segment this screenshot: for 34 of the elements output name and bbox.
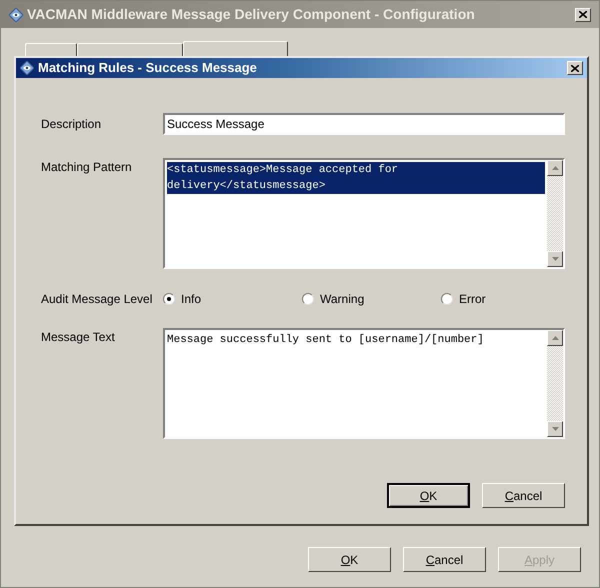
input-field[interactable]: Success Message [163,113,565,135]
field-label: Message Text [41,329,116,346]
window-title: VACMAN Middleware Message Delivery Component - Configuration [27,5,475,24]
radio-button[interactable]: Warning [302,290,441,308]
field-label: Description [41,116,102,133]
scroll-down-button[interactable] [547,251,563,267]
text-area-value: <statusmessage>Message accepted for delivery</statusmessage> [167,162,545,194]
close-button[interactable] [575,8,591,22]
scroll-up-button[interactable] [547,330,563,346]
scrollbar[interactable] [547,330,563,437]
diamond-logo-icon [9,8,23,22]
scroll-down-button[interactable] [547,421,563,437]
close-icon [579,11,587,18]
dialog-title: Matching Rules - Success Message [38,59,257,78]
dialog-button[interactable]: Cancel [403,547,486,572]
close-icon [571,64,579,72]
scrollbar[interactable] [547,160,563,267]
down-arrow-icon [552,427,558,431]
scroll-up-button[interactable] [547,160,563,176]
text-area-value: Message successfully sent to [username]/[number] [167,333,484,348]
dialog-button[interactable]: OK [308,547,391,572]
down-arrow-icon [552,257,558,261]
radio-button[interactable]: Error [441,290,486,308]
text-area[interactable]: Message successfully sent to [username]/[number] [163,328,565,439]
up-arrow-icon [552,166,558,170]
close-button[interactable] [567,61,583,75]
diamond-logo-icon [20,61,34,75]
field-label: Audit Message Level [41,291,154,308]
text-area[interactable]: <statusmessage>Message accepted for delivery</statusmessage> [163,158,565,269]
up-arrow-icon [552,336,558,340]
dialog-button[interactable]: OK [387,483,470,508]
radio-button[interactable]: Info [163,290,302,308]
dialog-button[interactable]: Cancel [482,483,565,508]
field-label: Matching Pattern [41,159,133,176]
